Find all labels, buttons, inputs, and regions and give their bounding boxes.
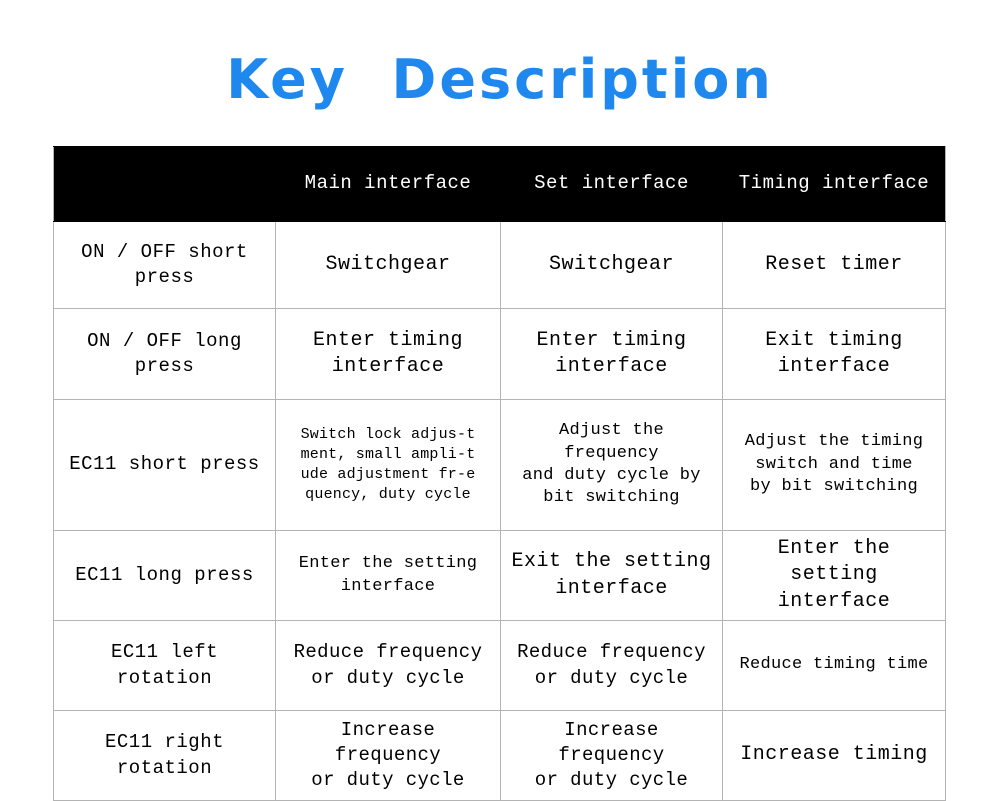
row-label-ec11-right-rotation: EC11 right rotation <box>53 710 276 801</box>
cell-ec11-short-press-timing: Adjust the timing switch and time by bit… <box>722 399 946 531</box>
cell-on-off-short-press-main: Switchgear <box>275 221 501 309</box>
header-cell-timing-interface: Timing interface <box>722 146 946 222</box>
cell-on-off-long-press-timing: Exit timing interface <box>722 308 946 400</box>
cell-ec11-long-press-timing: Enter the setting interface <box>722 530 946 621</box>
cell-ec11-left-rotation-main: Reduce frequency or duty cycle <box>275 620 501 711</box>
table-row: EC11 short press Switch lock adjus-t men… <box>53 399 946 531</box>
cell-ec11-right-rotation-set: Increase frequency or duty cycle <box>500 710 723 801</box>
cell-ec11-right-rotation-timing: Increase timing <box>722 710 946 801</box>
key-description-table: Main interface Set interface Timing inte… <box>53 146 946 801</box>
table-row: EC11 right rotation Increase frequency o… <box>53 710 946 801</box>
row-label-on-off-long-press: ON / OFF long press <box>53 308 276 400</box>
header-cell-corner <box>53 146 276 222</box>
row-label-ec11-short-press: EC11 short press <box>53 399 276 531</box>
cell-ec11-right-rotation-main: Increase frequency or duty cycle <box>275 710 501 801</box>
cell-ec11-short-press-main: Switch lock adjus-t ment, small ampli-t … <box>275 399 501 531</box>
header-row: Main interface Set interface Timing inte… <box>53 146 946 222</box>
row-label-on-off-short-press: ON / OFF short press <box>53 221 276 309</box>
table-row: EC11 left rotation Reduce frequency or d… <box>53 620 946 711</box>
table-row: ON / OFF long press Enter timing interfa… <box>53 308 946 400</box>
cell-on-off-short-press-timing: Reset timer <box>722 221 946 309</box>
page-title: Key Description <box>226 48 774 111</box>
table-row: EC11 long press Enter the setting interf… <box>53 530 946 621</box>
cell-ec11-short-press-set: Adjust the frequency and duty cycle by b… <box>500 399 723 531</box>
header-cell-set-interface: Set interface <box>500 146 723 222</box>
cell-on-off-long-press-set: Enter timing interface <box>500 308 723 400</box>
table-row: ON / OFF short press Switchgear Switchge… <box>53 221 946 309</box>
cell-ec11-long-press-set: Exit the setting interface <box>500 530 723 621</box>
cell-on-off-long-press-main: Enter timing interface <box>275 308 501 400</box>
table-body: ON / OFF short press Switchgear Switchge… <box>53 221 946 801</box>
header-cell-main-interface: Main interface <box>275 146 501 222</box>
cell-ec11-left-rotation-timing: Reduce timing time <box>722 620 946 711</box>
table-header: Main interface Set interface Timing inte… <box>53 146 946 222</box>
cell-ec11-left-rotation-set: Reduce frequency or duty cycle <box>500 620 723 711</box>
row-label-ec11-left-rotation: EC11 left rotation <box>53 620 276 711</box>
cell-ec11-long-press-main: Enter the setting interface <box>275 530 501 621</box>
row-label-ec11-long-press: EC11 long press <box>53 530 276 621</box>
cell-on-off-short-press-set: Switchgear <box>500 221 723 309</box>
